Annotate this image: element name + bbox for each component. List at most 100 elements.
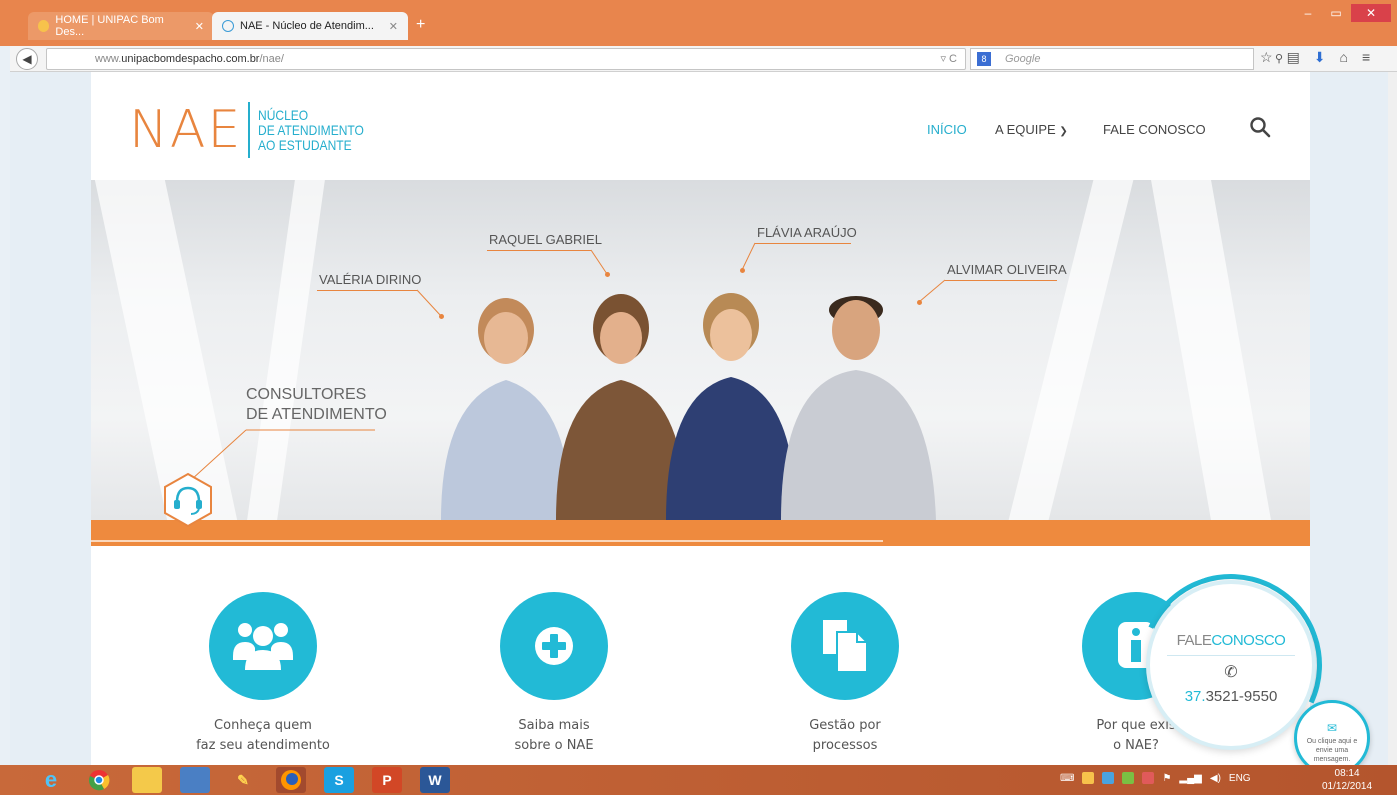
fale-conosco-title: FALECONOSCO xyxy=(1150,632,1312,649)
feature-circle[interactable] xyxy=(500,592,608,700)
browser-titlebar: HOME | UNIPAC Bom Des... ✕ NAE - Núcleo … xyxy=(0,0,1397,46)
keyboard-icon[interactable]: ⌨ xyxy=(1060,773,1074,784)
page-scrollbar[interactable] xyxy=(1388,72,1397,765)
file-explorer-icon[interactable] xyxy=(132,767,162,793)
logo-subtitle: NÚCLEO DE ATENDIMENTO AO ESTUDANTE xyxy=(258,106,365,153)
nav-a-equipe-label: A EQUIPE xyxy=(995,122,1056,137)
word-icon[interactable]: W xyxy=(420,767,450,793)
site-page: NAE NÚCLEO DE ATENDIMENTO AO ESTUDANTE I… xyxy=(91,72,1310,765)
windows-taskbar: e ✎ S P W ⌨ ⚑ ▂▄▆ ◀) ENG 08:14 01/12/201… xyxy=(0,765,1397,795)
phone-number: 3521-9550 xyxy=(1205,688,1278,705)
feature-line-2: faz seu atendimento xyxy=(196,738,330,753)
signal-icon[interactable]: ▂▄▆ xyxy=(1179,773,1201,784)
chrome-icon[interactable] xyxy=(84,767,114,793)
taskbar-clock[interactable]: 08:14 01/12/2014 xyxy=(1322,767,1372,793)
tray-app-icon[interactable] xyxy=(1142,772,1155,784)
phone-area: 37. xyxy=(1184,688,1206,705)
feature-circle[interactable] xyxy=(209,592,317,700)
feature-line-1: Saiba mais xyxy=(518,718,590,733)
firefox-icon[interactable] xyxy=(276,767,306,793)
close-tab-icon[interactable]: ✕ xyxy=(389,20,398,33)
page-viewport: NAE NÚCLEO DE ATENDIMENTO AO ESTUDANTE I… xyxy=(10,72,1388,765)
home-icon[interactable]: ⌂ xyxy=(1340,49,1348,66)
feature-line-1: Gestão por xyxy=(809,718,881,733)
tab-nae[interactable]: NAE - Núcleo de Atendim... ✕ xyxy=(212,12,408,40)
toolbar-icons: ☆ ▤ ⬇ ⌂ ≡ xyxy=(1260,49,1370,66)
tray-app-icon[interactable] xyxy=(1122,772,1135,784)
feature-saiba-mais[interactable]: Saiba mais sobre o NAE xyxy=(444,592,664,756)
bookmark-star-icon[interactable]: ☆ xyxy=(1260,49,1273,66)
feature-line-2: sobre o NAE xyxy=(514,738,594,753)
browser-navbar: ◀ www.unipacbomdespacho.com.br/nae/ ▿ C … xyxy=(10,46,1397,72)
send-message-text: Ou clique aqui e envie uma mensagem. xyxy=(1306,738,1358,763)
fale-phone[interactable]: 37.3521-9550 xyxy=(1150,688,1312,705)
logo-line-3: AO ESTUDANTE xyxy=(258,136,352,153)
volume-icon[interactable]: ◀) xyxy=(1210,773,1221,784)
internet-explorer-icon[interactable]: e xyxy=(36,767,66,793)
tab-home-unipac[interactable]: HOME | UNIPAC Bom Des... ✕ xyxy=(28,12,214,40)
tray-app-icon[interactable] xyxy=(1102,772,1115,784)
clock-date: 01/12/2014 xyxy=(1322,781,1373,792)
url-bar[interactable]: www.unipacbomdespacho.com.br/nae/ ▿ C xyxy=(46,48,966,70)
url-domain: unipacbomdespacho.com.br xyxy=(121,53,260,65)
document-icon xyxy=(823,620,868,673)
logo-line-1: NÚCLEO xyxy=(258,106,309,123)
feature-circle[interactable] xyxy=(791,592,899,700)
back-arrow-icon[interactable]: ◀ xyxy=(16,48,38,70)
download-icon[interactable]: ⬇ xyxy=(1314,49,1326,66)
tab-label: HOME | UNIPAC Bom Des... xyxy=(55,14,164,38)
url-path: /nae/ xyxy=(259,53,284,65)
loading-favicon-icon xyxy=(222,20,234,32)
feature-label: Conheça quem faz seu atendimento xyxy=(153,716,373,756)
menu-icon[interactable]: ≡ xyxy=(1362,49,1370,66)
envelope-icon: ✉ xyxy=(1326,721,1338,735)
reload-icon[interactable]: ▿ C xyxy=(940,49,957,69)
nav-fale-conosco[interactable]: FALE CONOSCO xyxy=(1103,122,1206,137)
nav-inicio[interactable]: INÍCIO xyxy=(927,122,967,137)
nav-a-equipe[interactable]: A EQUIPE ❯ xyxy=(995,122,1068,137)
language-indicator[interactable]: ENG xyxy=(1229,773,1251,784)
feature-conheca[interactable]: Conheça quem faz seu atendimento xyxy=(153,592,373,756)
search-input[interactable]: 8 Google ⚲ xyxy=(970,48,1283,70)
paint-icon[interactable]: ✎ xyxy=(228,767,258,793)
unipac-favicon-icon xyxy=(38,20,50,32)
minimize-icon[interactable]: – xyxy=(1295,4,1321,22)
system-tray: ⌨ ⚑ ▂▄▆ ◀) ENG xyxy=(1060,772,1251,784)
maximize-icon[interactable]: ▭ xyxy=(1323,4,1349,22)
feature-gestao[interactable]: Gestão por processos xyxy=(735,592,955,756)
window-controls: – ▭ ✕ xyxy=(1295,4,1391,22)
phone-icon: ✆ xyxy=(1224,664,1238,681)
hero-banner: VALÉRIA DIRINO RAQUEL GABRIEL FLÁVIA ARA… xyxy=(91,180,1310,520)
google-engine-icon[interactable]: 8 xyxy=(977,52,991,66)
nae-logo[interactable]: NAE NÚCLEO DE ATENDIMENTO AO ESTUDANTE xyxy=(129,102,382,158)
consultores-heading: CONSULTORES DE ATENDIMENTO xyxy=(246,385,387,425)
fale-title-a: FALE xyxy=(1176,632,1212,649)
logo-divider xyxy=(248,102,251,158)
logo-line-2: DE ATENDIMENTO xyxy=(258,121,365,138)
skype-icon[interactable]: S xyxy=(324,767,354,793)
close-window-icon[interactable]: ✕ xyxy=(1351,4,1391,22)
fale-conosco-widget[interactable]: FALECONOSCO ✆ 37.3521-9550 xyxy=(1146,580,1316,750)
search-icon[interactable] xyxy=(1249,116,1271,138)
feature-label: Gestão por processos xyxy=(735,716,955,756)
powerpoint-icon[interactable]: P xyxy=(372,767,402,793)
logo-wordmark: NAE xyxy=(129,100,243,160)
chevron-down-icon: ❯ xyxy=(1059,126,1068,137)
orange-bar-highlight xyxy=(91,540,883,542)
flag-icon[interactable]: ⚑ xyxy=(1162,773,1171,784)
bookmarks-list-icon[interactable]: ▤ xyxy=(1287,49,1300,66)
url-prefix: www. xyxy=(95,53,122,65)
feature-label: Saiba mais sobre o NAE xyxy=(444,716,664,756)
new-tab-icon[interactable]: + xyxy=(416,16,425,34)
send-message-widget[interactable]: ✉ Ou clique aqui e envie uma mensagem. xyxy=(1294,700,1370,765)
orange-divider-bar xyxy=(91,520,1310,546)
headset-hexagon-icon xyxy=(164,472,212,528)
label-leaders xyxy=(190,242,946,481)
users-icon xyxy=(233,623,293,670)
control-panel-icon[interactable] xyxy=(180,767,210,793)
tray-app-icon[interactable] xyxy=(1082,772,1095,784)
fale-title-b: CONOSCO xyxy=(1211,632,1286,649)
close-tab-icon[interactable]: ✕ xyxy=(195,20,204,33)
consultores-line-1: CONSULTORES xyxy=(246,386,367,403)
taskbar-apps: e ✎ S P W xyxy=(36,767,450,793)
